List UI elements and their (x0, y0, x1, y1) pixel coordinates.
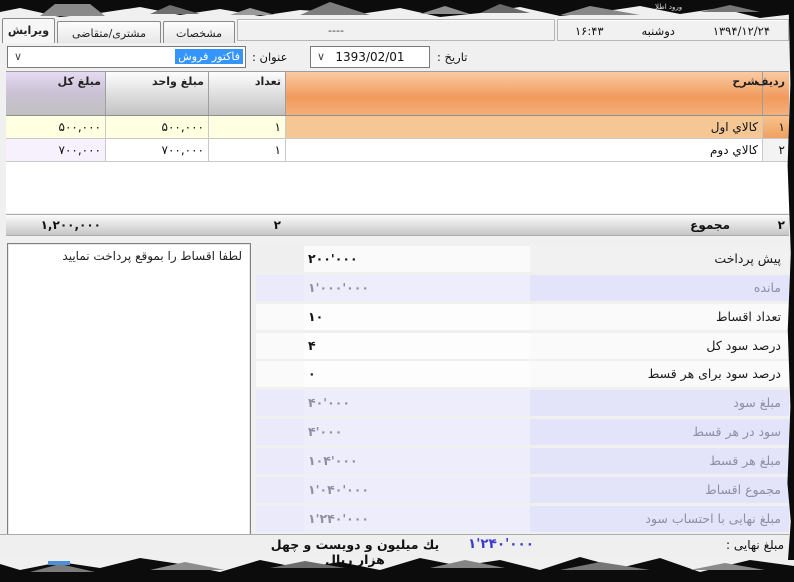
header-desc[interactable]: شرح (285, 71, 762, 116)
interest-amount-field: ۴۰'۰۰۰ (304, 390, 530, 416)
torn-edge-top: ورود اطلا (0, 0, 794, 20)
cell-total-price[interactable]: ۷۰۰,۰۰۰ (6, 139, 105, 162)
installments-total-label: مجموع اقساط (530, 477, 789, 503)
row-strip (256, 304, 304, 330)
notes-text: لطفا اقساط را بموقع پرداخت نمایید (62, 249, 242, 263)
table-empty-area[interactable] (6, 162, 789, 213)
installment-amount-field: ۱۰۴'۰۰۰ (304, 448, 530, 474)
status-panel-center: ---- (237, 19, 555, 41)
row-strip (256, 361, 304, 387)
cell-unit-price[interactable]: ۷۰۰,۰۰۰ (105, 139, 208, 162)
header-qty[interactable]: تعداد (208, 71, 285, 116)
interest-pct-per-installment-field[interactable]: ۰ (304, 361, 530, 387)
row-strip (256, 448, 304, 474)
summary-row-total-interest-pct: ۴ درصد سود کل (256, 333, 789, 359)
status-time: ۱۶:۴۳ (575, 24, 604, 40)
cell-total-price[interactable]: ۵۰۰,۰۰۰ (6, 116, 105, 139)
header-total-price[interactable]: مبلغ کل (6, 71, 105, 116)
final-with-interest-label: مبلغ نهایی با احتساب سود (530, 506, 789, 532)
final-with-interest-field: ۱'۲۴۰'۰۰۰ (304, 506, 530, 532)
cell-desc[interactable]: کالاي دوم (285, 139, 762, 162)
summary-row-final-with-interest: ۱'۲۴۰'۰۰۰ مبلغ نهایی با احتساب سود (256, 506, 789, 532)
interest-amount-label: مبلغ سود (530, 390, 789, 416)
title-label: عنوان : (252, 50, 287, 64)
cell-desc[interactable]: کالاي اول (285, 116, 762, 139)
status-date: ۱۳۹۴/۱۲/۲۴ (713, 24, 770, 40)
summary-row-interest-amount: ۴۰'۰۰۰ مبلغ سود (256, 390, 789, 416)
cell-row-number[interactable]: ۱ (762, 116, 789, 139)
interest-pct-per-installment-label: درصد سود برای هر قسط (530, 361, 789, 387)
header-row[interactable]: ردیف (762, 71, 789, 116)
installments-total-field: ۱'۰۴۰'۰۰۰ (304, 477, 530, 503)
summary-row-balance: ۱'۰۰۰'۰۰۰ مانده (256, 275, 789, 301)
title-combobox-value[interactable]: فاکتور فروش (175, 49, 243, 64)
installment-count-label: تعداد اقساط (530, 304, 789, 330)
date-label: تاریخ : (437, 50, 467, 64)
table-row[interactable]: ۵۰۰,۰۰۰ ۵۰۰,۰۰۰ ۱ کالاي اول ۱ (6, 116, 789, 139)
total-price-sum: ۱,۲۰۰,۰۰۰ (6, 215, 105, 235)
balance-label: مانده (530, 275, 789, 301)
status-panel-datetime: ۱۶:۴۳ دوشنبه ۱۳۹۴/۱۲/۲۴ (557, 19, 789, 41)
total-label: مجموع (285, 215, 762, 235)
row-strip (256, 506, 304, 532)
chevron-down-icon[interactable]: ∨ (14, 49, 22, 65)
downpayment-label: پیش پرداخت (530, 246, 789, 272)
row-strip (256, 477, 304, 503)
status-day: دوشنبه (642, 24, 675, 40)
invoice-window: ورود اطلا ویرایش مشتری/متقاضی مشخصات ---… (0, 0, 794, 582)
total-unit-price (105, 215, 208, 235)
summary-row-interest-pct-per-installment: ۰ درصد سود برای هر قسط (256, 361, 789, 387)
total-qty: ۲ (208, 215, 285, 235)
torn-edge-bottom (0, 556, 794, 582)
title-combobox[interactable]: ∨ فاکتور فروش (7, 46, 246, 68)
header-unit-price[interactable]: مبلغ واحد (105, 71, 208, 116)
row-strip (256, 390, 304, 416)
installment-count-field[interactable]: ۱۰ (304, 304, 530, 330)
total-interest-pct-label: درصد سود کل (530, 333, 789, 359)
cell-row-number[interactable]: ۲ (762, 139, 789, 162)
tab-edit[interactable]: ویرایش (2, 18, 55, 43)
final-amount-value: ۱'۲۴۰'۰۰۰ (468, 536, 534, 552)
cell-qty[interactable]: ۱ (208, 116, 285, 139)
torn-blue-mark (48, 561, 70, 565)
date-combobox[interactable]: ∨ 1393/02/01 (310, 46, 430, 68)
summary-row-installments-total: ۱'۰۴۰'۰۰۰ مجموع اقساط (256, 477, 789, 503)
cell-unit-price[interactable]: ۵۰۰,۰۰۰ (105, 116, 208, 139)
summary-row-downpayment: ۲۰۰'۰۰۰ پیش پرداخت (256, 246, 789, 272)
summary-row-installment-count: ۱۰ تعداد اقساط (256, 304, 789, 330)
tab-specs[interactable]: مشخصات (163, 21, 235, 43)
total-row-count: ۲ (762, 215, 789, 235)
interest-per-installment-field: ۴'۰۰۰ (304, 419, 530, 445)
summary-row-installment-amount: ۱۰۴'۰۰۰ مبلغ هر قسط (256, 448, 789, 474)
row-strip (256, 275, 304, 301)
interest-per-installment-label: سود در هر قسط (530, 419, 789, 445)
date-combobox-value: 1393/02/01 (335, 50, 404, 64)
items-table-header: مبلغ کل مبلغ واحد تعداد شرح ردیف (6, 71, 789, 116)
downpayment-field[interactable]: ۲۰۰'۰۰۰ (304, 246, 530, 272)
table-total-row: ۱,۲۰۰,۰۰۰ ۲ مجموع ۲ (6, 214, 789, 236)
summary-row-interest-per-installment: ۴'۰۰۰ سود در هر قسط (256, 419, 789, 445)
torn-top-text: ورود اطلا (655, 3, 682, 11)
row-strip (256, 333, 304, 359)
tab-customer[interactable]: مشتری/متقاضی (57, 21, 161, 43)
cell-qty[interactable]: ۱ (208, 139, 285, 162)
row-strip (256, 246, 304, 272)
chevron-down-icon[interactable]: ∨ (317, 49, 325, 65)
balance-field: ۱'۰۰۰'۰۰۰ (304, 275, 530, 301)
total-interest-pct-field[interactable]: ۴ (304, 333, 530, 359)
row-strip (256, 419, 304, 445)
final-amount-label: مبلغ نهایی : (726, 538, 784, 552)
notes-textbox[interactable]: لطفا اقساط را بموقع پرداخت نمایید (7, 243, 251, 538)
installment-amount-label: مبلغ هر قسط (530, 448, 789, 474)
table-row[interactable]: ۷۰۰,۰۰۰ ۷۰۰,۰۰۰ ۱ کالاي دوم ۲ (6, 139, 789, 162)
